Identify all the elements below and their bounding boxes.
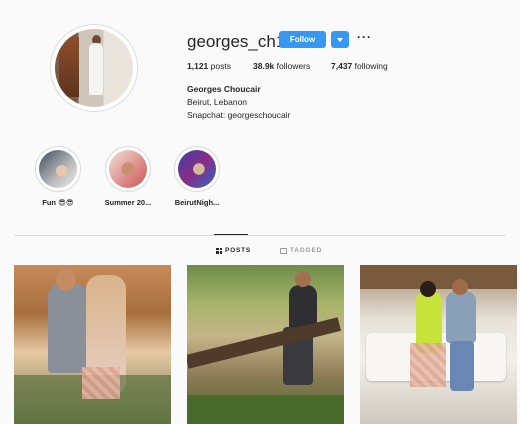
chevron-down-icon bbox=[337, 37, 343, 42]
post-figure-legs bbox=[450, 341, 474, 391]
followers-count: 38.9k bbox=[253, 61, 275, 71]
post-figure-head bbox=[420, 281, 436, 297]
posts-count: 1,121 bbox=[187, 61, 209, 71]
suggestions-dropdown-button[interactable] bbox=[331, 31, 349, 48]
followers-stat[interactable]: 38.9k followers bbox=[253, 61, 310, 71]
avatar-image bbox=[55, 29, 133, 107]
tab-tagged-label: TAGGED bbox=[290, 247, 323, 254]
post-ceiling bbox=[360, 265, 517, 289]
highlight-label: BeirutNigh... bbox=[174, 198, 220, 207]
highlight-beirut-nights[interactable]: BeirutNigh... bbox=[157, 146, 237, 207]
followers-stat-label: followers bbox=[276, 61, 311, 71]
posts-stat-label: posts bbox=[210, 61, 231, 71]
profile-username: georges_ch1 bbox=[187, 32, 286, 51]
highlight-label: Summer 20... bbox=[104, 198, 152, 207]
profile-full-name: Georges Choucair bbox=[187, 84, 261, 94]
profile-avatar[interactable] bbox=[50, 24, 138, 112]
highlight-ring bbox=[174, 146, 220, 192]
post-censor-blur bbox=[410, 343, 446, 387]
post-figure bbox=[48, 283, 88, 373]
grid-icon bbox=[216, 247, 222, 254]
following-stat[interactable]: 7,437 following bbox=[331, 61, 388, 71]
post-censor-blur bbox=[82, 367, 120, 399]
post-figure-head bbox=[452, 279, 468, 295]
avatar-door bbox=[59, 37, 79, 97]
follow-button[interactable]: Follow bbox=[279, 31, 326, 48]
post-figure bbox=[446, 291, 476, 343]
post-thumbnail[interactable] bbox=[360, 265, 517, 424]
highlight-fun[interactable]: Fun 😎😎 bbox=[18, 146, 98, 207]
highlight-ring bbox=[105, 146, 151, 192]
tab-posts-label: POSTS bbox=[225, 247, 252, 254]
active-tab-indicator bbox=[214, 234, 248, 235]
post-figure-head bbox=[295, 271, 311, 287]
tab-posts[interactable]: POSTS bbox=[216, 247, 251, 254]
bio-location: Beirut, Lebanon bbox=[187, 97, 248, 107]
more-options-button[interactable]: ··· bbox=[357, 30, 372, 44]
following-stat-label: following bbox=[354, 61, 388, 71]
tabs-divider bbox=[14, 235, 506, 236]
tag-icon bbox=[280, 247, 287, 254]
following-count: 7,437 bbox=[331, 61, 353, 71]
highlight-cover bbox=[109, 150, 147, 188]
highlight-label: Fun 😎😎 bbox=[42, 198, 74, 207]
bio-snapchat: Snapchat: georgeschoucair bbox=[187, 110, 291, 120]
post-figure-head bbox=[56, 269, 76, 291]
post-thumbnail[interactable] bbox=[14, 265, 171, 424]
posts-stat: 1,121 posts bbox=[187, 61, 231, 71]
highlight-ring bbox=[35, 146, 81, 192]
post-fence bbox=[187, 317, 342, 369]
post-grass bbox=[187, 395, 344, 424]
post-thumbnail[interactable] bbox=[187, 265, 344, 424]
avatar-figure bbox=[89, 43, 103, 95]
highlight-summer[interactable]: Summer 20... bbox=[88, 146, 168, 207]
highlight-cover bbox=[39, 150, 77, 188]
highlight-cover bbox=[178, 150, 216, 188]
tab-tagged[interactable]: TAGGED bbox=[280, 247, 322, 254]
